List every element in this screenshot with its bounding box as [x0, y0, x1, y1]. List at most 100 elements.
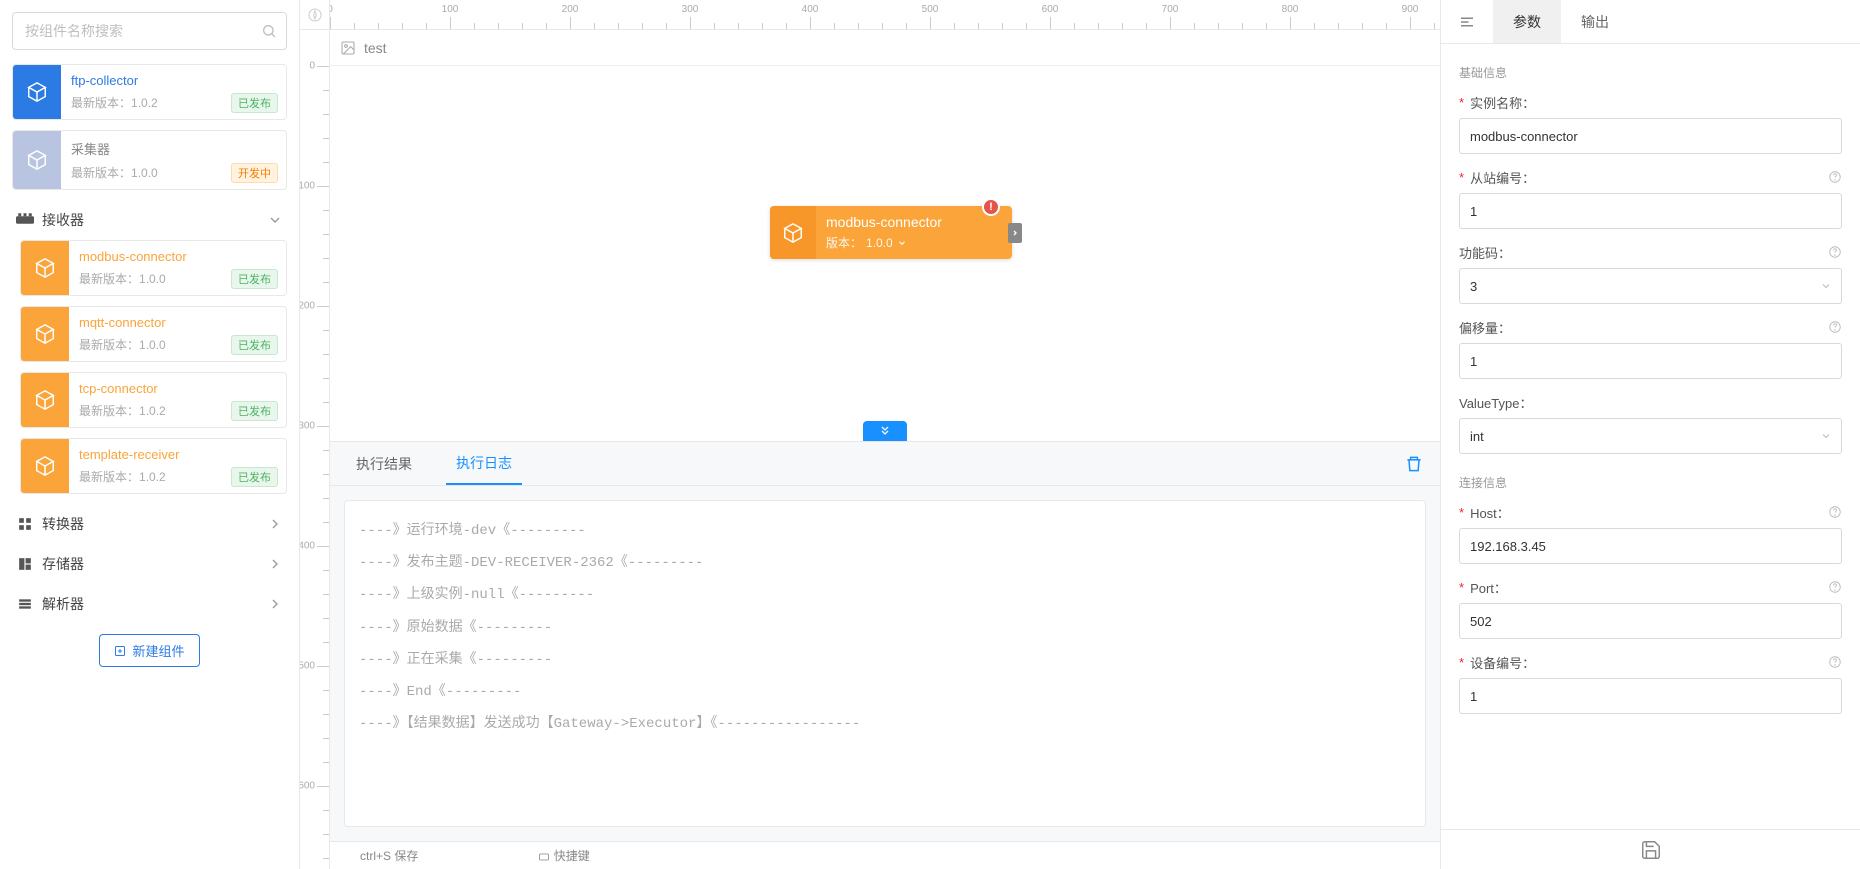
tab-params[interactable]: 参数	[1493, 0, 1561, 43]
ruler-vertical: 0100200300400500600	[300, 30, 330, 869]
grid-icon	[16, 517, 34, 531]
component-title: template-receiver	[79, 447, 276, 462]
component-card-tcp-connector[interactable]: tcp-connector 最新版本：1.0.2 已发布	[20, 372, 287, 428]
log-panel: 执行结果 执行日志 ----》运行环境-dev《-------------》发布…	[330, 441, 1440, 841]
help-icon[interactable]	[1828, 580, 1842, 594]
tab-output[interactable]: 输出	[1561, 0, 1629, 43]
status-badge: 已发布	[231, 269, 278, 289]
status-badge: 已发布	[231, 335, 278, 355]
label-slave-id: 从站编号：	[1470, 168, 1535, 187]
trash-icon	[1404, 454, 1424, 474]
category-storage[interactable]: 存储器	[12, 544, 287, 584]
ruler-horizontal: 0100200300400500600700800900	[330, 0, 1440, 30]
help-icon[interactable]	[1828, 170, 1842, 184]
component-title: modbus-connector	[79, 249, 276, 264]
label-func-code: 功能码：	[1459, 243, 1511, 262]
cube-icon	[21, 373, 69, 427]
status-bar: ctrl+S 保存 快捷键	[330, 841, 1440, 869]
label-host: Host：	[1470, 503, 1510, 522]
storage-icon	[16, 557, 34, 571]
port-input[interactable]	[1459, 603, 1842, 639]
image-icon	[340, 40, 356, 56]
panel-toggle-button[interactable]	[1441, 0, 1493, 43]
parser-icon	[16, 597, 34, 611]
help-icon[interactable]	[1828, 245, 1842, 259]
component-title: 采集器	[71, 139, 276, 158]
tab-exec-result[interactable]: 执行结果	[346, 442, 422, 485]
cube-icon	[21, 307, 69, 361]
canvas-title: test	[364, 40, 387, 56]
instance-name-input[interactable]	[1459, 118, 1842, 154]
component-title: ftp-collector	[71, 73, 276, 88]
device-id-input[interactable]	[1459, 678, 1842, 714]
component-title: tcp-connector	[79, 381, 276, 396]
cube-icon	[13, 131, 61, 189]
label-port: Port：	[1470, 578, 1507, 597]
status-shortcut-hint: 快捷键	[538, 847, 589, 864]
search-box	[12, 12, 287, 50]
chevron-right-icon	[267, 596, 283, 612]
category-label: 存储器	[42, 554, 84, 574]
section-basic-info: 基础信息	[1459, 64, 1842, 81]
help-icon[interactable]	[1828, 655, 1842, 669]
component-card-mqtt-connector[interactable]: mqtt-connector 最新版本：1.0.0 已发布	[20, 306, 287, 362]
label-instance-name: 实例名称：	[1470, 93, 1535, 112]
status-save-hint: ctrl+S 保存	[360, 847, 418, 864]
flow-node-modbus-connector[interactable]: ! modbus-connector 版本：1.0.0	[770, 206, 1012, 259]
canvas-area: 0100200300400500600700800900 01002003004…	[300, 0, 1440, 869]
cube-icon	[21, 439, 69, 493]
status-badge: 开发中	[231, 163, 278, 183]
node-output-port[interactable]	[1008, 223, 1022, 243]
status-badge: 已发布	[231, 93, 278, 113]
component-title: mqtt-connector	[79, 315, 276, 330]
cube-icon	[770, 206, 816, 259]
log-body[interactable]: ----》运行环境-dev《-------------》发布主题-DEV-REC…	[344, 500, 1426, 827]
component-card-ftp-collector[interactable]: ftp-collector 最新版本：1.0.2 已发布	[12, 64, 287, 120]
status-badge: 已发布	[231, 401, 278, 421]
help-icon[interactable]	[1828, 320, 1842, 334]
status-badge: 已发布	[231, 467, 278, 487]
category-converter[interactable]: 转换器	[12, 504, 287, 544]
func-code-select[interactable]	[1459, 268, 1842, 304]
category-receiver[interactable]: 接收器	[12, 200, 287, 240]
compass-icon	[307, 7, 323, 23]
cube-icon	[21, 241, 69, 295]
component-sidebar: ftp-collector 最新版本：1.0.2 已发布 采集器 最新版本：1.…	[0, 0, 300, 869]
node-name: modbus-connector	[826, 214, 1002, 230]
component-card-template-receiver[interactable]: template-receiver 最新版本：1.0.2 已发布	[20, 438, 287, 494]
category-parser[interactable]: 解析器	[12, 584, 287, 624]
search-input[interactable]	[12, 12, 287, 50]
plus-icon	[114, 645, 126, 657]
node-version[interactable]: 版本：1.0.0	[826, 234, 1002, 251]
search-icon	[261, 23, 277, 39]
component-card-modbus-connector[interactable]: modbus-connector 最新版本：1.0.0 已发布	[20, 240, 287, 296]
chevron-down-icon	[267, 212, 283, 228]
new-component-button[interactable]: 新建组件	[99, 634, 199, 667]
ruler-corner	[300, 0, 330, 30]
value-type-select[interactable]	[1459, 418, 1842, 454]
clear-log-button[interactable]	[1404, 454, 1424, 474]
host-input[interactable]	[1459, 528, 1842, 564]
help-icon[interactable]	[1828, 505, 1842, 519]
label-value-type: ValueType：	[1459, 393, 1532, 412]
save-button[interactable]	[1640, 839, 1662, 861]
section-connection-info: 连接信息	[1459, 474, 1842, 491]
chevron-right-icon	[267, 516, 283, 532]
panel-collapse-button[interactable]	[863, 421, 907, 441]
category-label: 解析器	[42, 594, 84, 614]
chevron-down-icon	[897, 238, 907, 248]
offset-input[interactable]	[1459, 343, 1842, 379]
canvas-surface[interactable]: ! modbus-connector 版本：1.0.0	[330, 66, 1440, 441]
receiver-list: modbus-connector 最新版本：1.0.0 已发布 mqtt-con…	[12, 240, 287, 504]
warning-icon: !	[982, 198, 1000, 216]
cube-icon	[13, 65, 61, 119]
keyboard-icon	[538, 851, 550, 863]
chevron-right-icon	[267, 556, 283, 572]
slave-id-input[interactable]	[1459, 193, 1842, 229]
label-device-id: 设备编号：	[1470, 653, 1535, 672]
canvas-title-bar: test	[330, 30, 1440, 66]
component-card-collector[interactable]: 采集器 最新版本：1.0.0 开发中	[12, 130, 287, 190]
label-offset: 偏移量：	[1459, 318, 1511, 337]
tab-exec-log[interactable]: 执行日志	[446, 442, 522, 485]
menu-icon	[1458, 13, 1476, 31]
